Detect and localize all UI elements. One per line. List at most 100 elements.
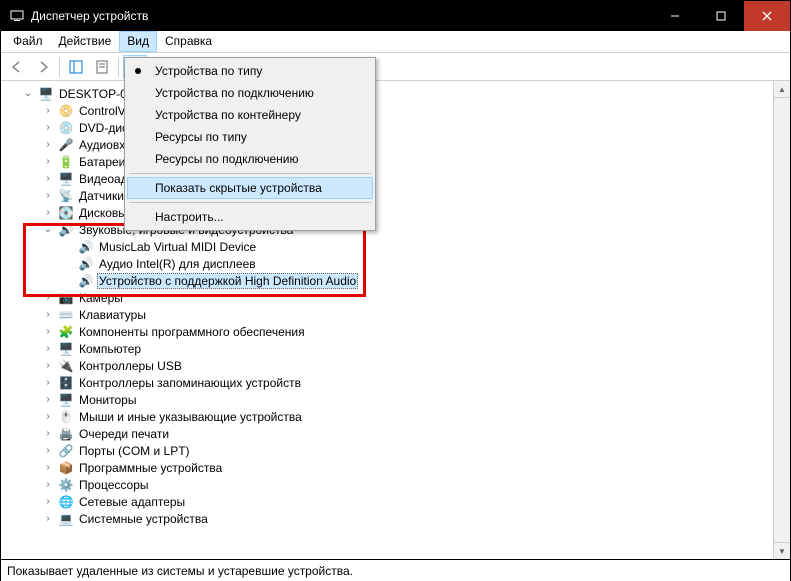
menu-devices-by-container[interactable]: Устройства по контейнеру [127, 104, 373, 126]
node-label: Клавиатуры [77, 308, 148, 322]
collapse-icon[interactable]: ⌄ [41, 223, 55, 237]
expand-icon[interactable]: › [41, 495, 55, 509]
forward-button[interactable] [31, 55, 55, 79]
expand-icon[interactable]: › [41, 512, 55, 526]
tree-node-software-comp[interactable]: ›🧩Компоненты программного обеспечения [1, 323, 773, 340]
tree-node-computer[interactable]: ›🖥️Компьютер [1, 340, 773, 357]
vertical-scrollbar[interactable]: ▲ ▼ [773, 81, 790, 559]
properties-button[interactable] [90, 55, 114, 79]
tree-node-keyboards[interactable]: ›⌨️Клавиатуры [1, 306, 773, 323]
menu-item-label: Ресурсы по типу [155, 130, 247, 144]
tree-node-mice[interactable]: ›🖱️Мыши и иные указывающие устройства [1, 408, 773, 425]
tree-node-print-queues[interactable]: ›🖨️Очереди печати [1, 425, 773, 442]
tree-node-cpu[interactable]: ›⚙️Процессоры [1, 476, 773, 493]
expand-icon[interactable]: › [41, 172, 55, 186]
node-label: MusicLab Virtual MIDI Device [97, 240, 258, 254]
node-label: Мыши и иные указывающие устройства [77, 410, 304, 424]
tree-node-program-devices[interactable]: ›📦Программные устройства [1, 459, 773, 476]
scroll-down-button[interactable]: ▼ [774, 542, 790, 559]
expand-icon[interactable]: › [41, 342, 55, 356]
expand-icon[interactable]: › [41, 393, 55, 407]
menu-devices-by-connection[interactable]: Устройства по подключению [127, 82, 373, 104]
menu-separator [129, 173, 371, 174]
tree-node-controlvault[interactable]: ›📀ControlVa [1, 102, 773, 119]
expand-icon[interactable]: › [41, 206, 55, 220]
tree-node-hda[interactable]: 🔊Устройство с поддержкой High Definition… [1, 272, 773, 289]
tree-node-network[interactable]: ›🌐Сетевые адаптеры [1, 493, 773, 510]
menu-action[interactable]: Действие [51, 31, 120, 52]
tree-node-storage-ctrl[interactable]: ›🗄️Контроллеры запоминающих устройств [1, 374, 773, 391]
tree-node-batteries[interactable]: ›🔋Батареи [1, 153, 773, 170]
expand-icon[interactable]: › [41, 325, 55, 339]
node-label: Камеры [77, 291, 125, 305]
spacer [61, 257, 75, 271]
expand-icon[interactable]: › [41, 104, 55, 118]
content-area: ⌄ 🖥️ DESKTOP-02K ›📀ControlVa ›💿DVD-диск … [1, 81, 790, 559]
tree-node-disk[interactable]: ›💽Дисковые устройства [1, 204, 773, 221]
speaker-icon: 🔊 [78, 273, 94, 289]
expand-icon[interactable]: › [41, 410, 55, 424]
window-controls [652, 1, 790, 31]
menu-customize[interactable]: Настроить... [127, 206, 373, 228]
menu-show-hidden-devices[interactable]: Показать скрытые устройства [127, 177, 373, 199]
expand-icon[interactable]: › [41, 138, 55, 152]
component-icon: 🧩 [58, 324, 74, 340]
tree-root[interactable]: ⌄ 🖥️ DESKTOP-02K [1, 85, 773, 102]
tree-node-ports[interactable]: ›🔗Порты (COM и LPT) [1, 442, 773, 459]
menu-item-label: Настроить... [155, 210, 224, 224]
menu-devices-by-type[interactable]: Устройства по типу [127, 60, 373, 82]
show-hide-tree-button[interactable] [64, 55, 88, 79]
disc-icon: 💿 [58, 120, 74, 136]
scroll-up-button[interactable]: ▲ [774, 81, 790, 98]
node-label: Батареи [77, 155, 127, 169]
node-label: Мониторы [77, 393, 138, 407]
menu-file[interactable]: Файл [5, 31, 51, 52]
close-button[interactable] [744, 1, 790, 31]
expand-icon[interactable]: › [41, 189, 55, 203]
menu-item-label: Показать скрытые устройства [155, 181, 322, 195]
expand-icon[interactable]: › [41, 478, 55, 492]
tree-node-cameras[interactable]: ›📷Камеры [1, 289, 773, 306]
tree-node-sensors[interactable]: ›📡Датчики [1, 187, 773, 204]
menu-resources-by-type[interactable]: Ресурсы по типу [127, 126, 373, 148]
status-text: Показывает удаленные из системы и устаре… [7, 564, 353, 578]
expand-icon[interactable]: › [41, 376, 55, 390]
expand-icon[interactable]: › [41, 427, 55, 441]
expand-icon[interactable]: › [41, 155, 55, 169]
tree-node-midi[interactable]: 🔊MusicLab Virtual MIDI Device [1, 238, 773, 255]
system-icon: 💻 [58, 511, 74, 527]
device-tree[interactable]: ⌄ 🖥️ DESKTOP-02K ›📀ControlVa ›💿DVD-диск … [1, 81, 773, 559]
view-dropdown: Устройства по типу Устройства по подключ… [124, 57, 376, 231]
expand-icon[interactable]: › [41, 291, 55, 305]
expand-icon[interactable]: › [41, 359, 55, 373]
expand-icon[interactable]: › [41, 461, 55, 475]
menu-resources-by-connection[interactable]: Ресурсы по подключению [127, 148, 373, 170]
minimize-button[interactable] [652, 1, 698, 31]
menu-view[interactable]: Вид [119, 31, 157, 52]
maximize-button[interactable] [698, 1, 744, 31]
computer-icon: 🖥️ [58, 341, 74, 357]
expand-icon[interactable]: › [41, 121, 55, 135]
battery-icon: 🔋 [58, 154, 74, 170]
tree-node-audioin[interactable]: ›🎤Аудиовхо [1, 136, 773, 153]
menu-help[interactable]: Справка [157, 31, 220, 52]
node-label: Очереди печати [77, 427, 171, 441]
expand-icon[interactable]: › [41, 444, 55, 458]
tree-node-usb[interactable]: ›🔌Контроллеры USB [1, 357, 773, 374]
speaker-icon: 🔊 [58, 222, 74, 238]
printer-icon: 🖨️ [58, 426, 74, 442]
tree-node-system[interactable]: ›💻Системные устройства [1, 510, 773, 527]
sensor-icon: 📡 [58, 188, 74, 204]
tree-node-sound[interactable]: ⌄🔊Звуковые, игровые и видеоустройства [1, 221, 773, 238]
tree-node-dvd[interactable]: ›💿DVD-диск [1, 119, 773, 136]
collapse-icon[interactable]: ⌄ [21, 87, 35, 101]
statusbar: Показывает удаленные из системы и устаре… [1, 559, 790, 581]
back-button[interactable] [5, 55, 29, 79]
tree-node-monitors[interactable]: ›🖥️Мониторы [1, 391, 773, 408]
tree-node-intel-audio[interactable]: 🔊Аудио Intel(R) для дисплеев [1, 255, 773, 272]
node-label: Компьютер [77, 342, 143, 356]
tree-node-video[interactable]: ›🖥️Видеоада [1, 170, 773, 187]
menu-item-label: Устройства по подключению [155, 86, 314, 100]
node-label: Порты (COM и LPT) [77, 444, 192, 458]
expand-icon[interactable]: › [41, 308, 55, 322]
